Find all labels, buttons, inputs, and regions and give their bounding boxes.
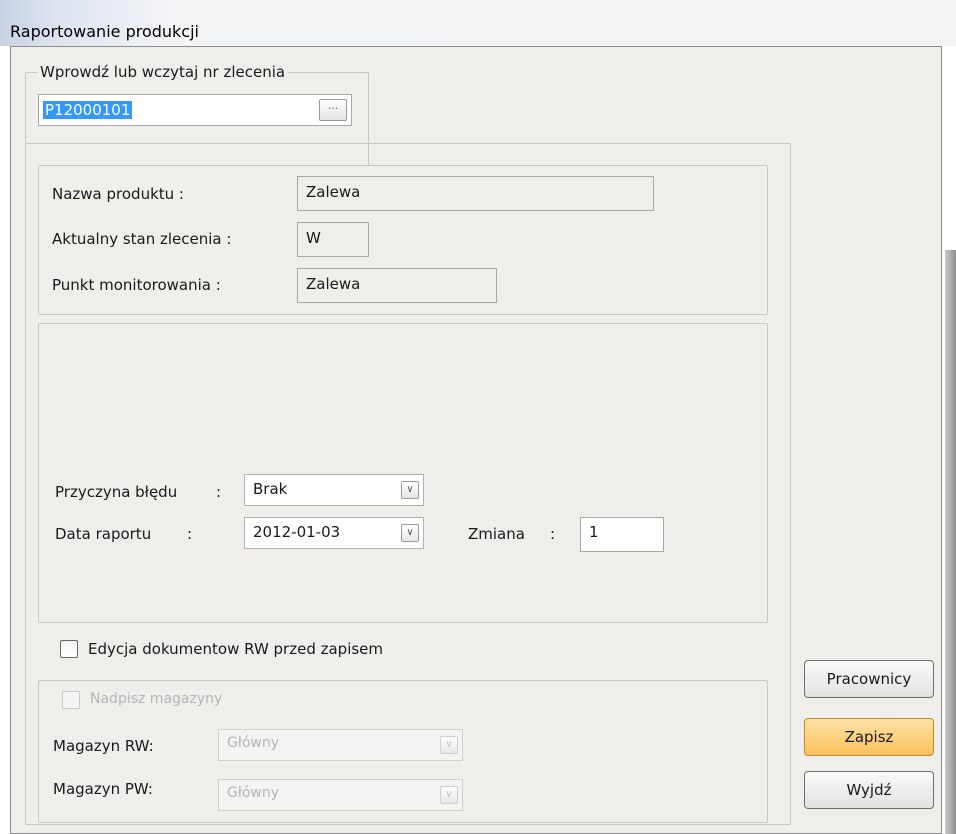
product-name-label: Nazwa produktu : — [52, 185, 184, 203]
warehouse-pw-label: Magazyn PW: — [53, 780, 153, 798]
warehouse-rw-select[interactable]: Główny ∨ — [218, 729, 463, 761]
window-edge-shadow — [945, 250, 956, 834]
report-date-label: Data raportu — [55, 525, 152, 543]
order-status-label: Aktualny stan zlecenia : — [52, 230, 232, 248]
chevron-down-icon[interactable]: ∨ — [401, 481, 419, 499]
monitoring-point-label: Punkt monitorowania : — [52, 276, 221, 294]
order-number-legend: Wprowdź lub wczytaj nr zlecenia — [37, 63, 289, 81]
order-number-value: P12000101 — [43, 101, 133, 119]
chevron-down-icon[interactable]: ∨ — [401, 524, 419, 542]
warehouse-rw-value: Główny — [227, 735, 280, 751]
order-number-input[interactable]: P12000101 ··· — [38, 94, 352, 126]
shift-label: Zmiana — [468, 525, 525, 543]
chevron-down-icon[interactable]: ∨ — [440, 736, 458, 754]
exit-button[interactable]: Wyjdź — [804, 771, 934, 809]
workers-button[interactable]: Pracownicy — [804, 660, 934, 698]
warehouse-pw-select[interactable]: Główny ∨ — [218, 779, 463, 811]
warehouse-pw-value: Główny — [227, 785, 280, 801]
override-warehouses-label[interactable]: Nadpisz magazyny — [90, 691, 222, 707]
error-reason-colon: : — [216, 483, 222, 501]
window-title: Raportowanie produkcji — [10, 22, 199, 41]
edit-rw-checkbox[interactable] — [60, 640, 78, 658]
warehouse-rw-label: Magazyn RW: — [53, 737, 154, 755]
report-date-picker[interactable]: 2012-01-03 ∨ — [244, 517, 424, 549]
error-reason-label: Przyczyna błędu — [55, 483, 178, 501]
report-date-colon: : — [187, 525, 193, 543]
order-status-field: W — [297, 222, 369, 257]
edit-rw-label[interactable]: Edycja dokumentow RW przed zapisem — [88, 640, 383, 658]
ellipsis-icon: ··· — [327, 102, 339, 115]
override-warehouses-checkbox[interactable] — [62, 691, 80, 709]
shift-colon: : — [550, 525, 556, 543]
report-date-value: 2012-01-03 — [253, 523, 341, 541]
product-name-field: Zalewa — [297, 176, 654, 211]
shift-input[interactable]: 1 — [580, 517, 664, 552]
save-button[interactable]: Zapisz — [804, 718, 934, 756]
monitoring-point-field: Zalewa — [297, 268, 497, 303]
browse-button[interactable]: ··· — [319, 99, 347, 121]
error-reason-value: Brak — [253, 480, 288, 498]
report-details-group — [38, 323, 768, 623]
error-reason-select[interactable]: Brak ∨ — [244, 474, 424, 506]
chevron-down-icon[interactable]: ∨ — [440, 786, 458, 804]
